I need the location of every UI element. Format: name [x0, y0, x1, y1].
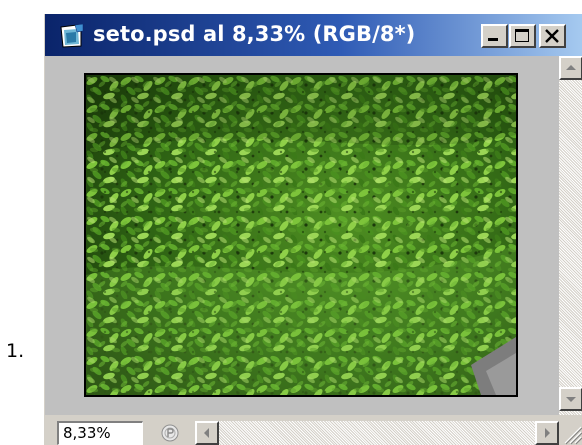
document-window: seto.psd al 8,33% (RGB/8*) 8,33%: [44, 14, 582, 445]
close-icon: [545, 29, 559, 43]
maximize-button[interactable]: [509, 24, 536, 48]
minimize-button[interactable]: [481, 24, 508, 48]
hedge-photo: [86, 75, 516, 395]
arrow-left-icon: [204, 428, 209, 438]
zoom-level-field[interactable]: 8,33%: [57, 421, 143, 445]
resize-grip[interactable]: [559, 421, 582, 445]
list-number: 1.: [6, 340, 25, 362]
status-info-button[interactable]: [157, 421, 183, 445]
title-bar[interactable]: seto.psd al 8,33% (RGB/8*): [45, 14, 582, 56]
document-image[interactable]: [84, 73, 518, 397]
status-bar: 8,33%: [45, 415, 582, 445]
status-info-icon: [161, 424, 179, 442]
arrow-up-icon: [566, 65, 576, 70]
scroll-down-button[interactable]: [559, 387, 582, 411]
canvas-area[interactable]: [45, 56, 559, 415]
window-title: seto.psd al 8,33% (RGB/8*): [93, 22, 416, 46]
close-button[interactable]: [539, 24, 566, 48]
horizontal-scrollbar[interactable]: [195, 421, 559, 445]
scroll-left-button[interactable]: [195, 421, 219, 445]
arrow-right-icon: [545, 428, 550, 438]
page: 1. seto.psd al 8,33% (RGB/8*) 8,33%: [0, 0, 582, 445]
vertical-scrollbar[interactable]: [559, 56, 582, 415]
arrow-down-icon: [566, 397, 576, 402]
maximize-icon: [515, 29, 529, 42]
scroll-right-button[interactable]: [535, 421, 559, 445]
resize-grip-icon: [564, 426, 582, 445]
photoshop-document-icon[interactable]: [59, 23, 85, 48]
minimize-icon: [488, 38, 498, 41]
scroll-up-button[interactable]: [559, 56, 582, 80]
